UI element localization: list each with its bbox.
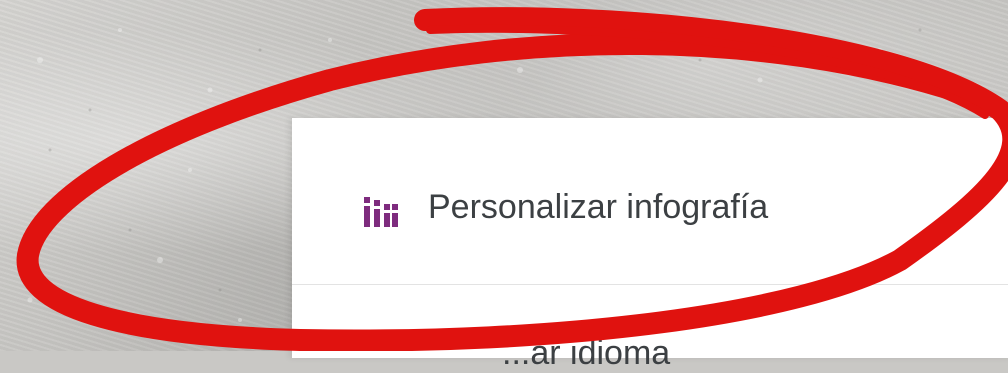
change-language-item[interactable]: ...ar idioma (502, 334, 670, 373)
infographic-bars-icon (364, 197, 398, 227)
settings-panel: Personalizar infografía ...ar idioma (292, 118, 1008, 372)
customize-infographic-header[interactable]: Personalizar infografía (292, 118, 1008, 285)
customize-infographic-title: Personalizar infografía (428, 188, 769, 226)
